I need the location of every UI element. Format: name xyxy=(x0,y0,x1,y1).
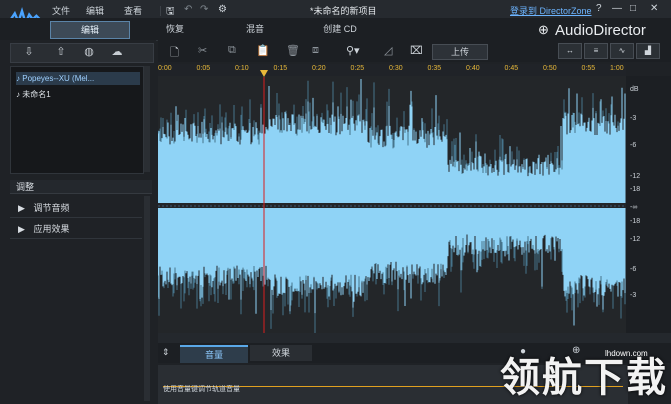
redo-icon[interactable]: ↷ xyxy=(200,4,208,15)
silence-icon[interactable]: ◿ xyxy=(384,44,392,57)
menu-file[interactable]: 文件 xyxy=(52,4,70,17)
db-label: dB xyxy=(630,86,639,93)
library-scrollbar[interactable] xyxy=(144,66,150,172)
adjust-audio-label: 调节音频 xyxy=(33,203,70,213)
expand-arrow-icon: ▶ xyxy=(18,224,25,234)
title-separator xyxy=(160,6,161,16)
login-directorzone-link[interactable]: 登录到 DirectorZone xyxy=(510,4,592,17)
marker-dropdown-icon[interactable]: ⚲▾ xyxy=(346,44,360,57)
upload-circle-icon: ⊕ xyxy=(538,22,549,37)
globe-icon[interactable]: ◍ xyxy=(80,45,98,59)
tab-create-cd[interactable]: 创建 CD xyxy=(310,21,370,37)
import-icon[interactable]: ⇩ xyxy=(20,45,38,59)
collapse-toggle-icon[interactable]: ⇕ xyxy=(162,347,170,358)
help-button[interactable]: ? xyxy=(596,3,602,14)
settings-gear-icon[interactable]: ⚙ xyxy=(218,4,227,15)
expand-arrow-icon: ▶ xyxy=(18,203,25,213)
playhead[interactable] xyxy=(158,64,626,334)
minimize-button[interactable]: — xyxy=(612,3,622,14)
tab-effects[interactable]: 效果 xyxy=(250,345,312,361)
maximize-button[interactable]: □ xyxy=(630,3,636,14)
db-label: -3 xyxy=(630,115,637,122)
file-name: Popeyes--XU (Mel... xyxy=(22,74,95,83)
document-title: *未命名的新项目 xyxy=(310,6,377,16)
new-file-icon[interactable]: 🗋 xyxy=(170,44,179,63)
playhead-handle xyxy=(260,70,268,77)
music-note-icon: ♪ xyxy=(16,74,20,83)
fit-view-icon[interactable]: ↔ xyxy=(558,43,582,59)
menu-edit[interactable]: 编辑 xyxy=(86,4,104,17)
list-item[interactable]: ♪ 未命名1 xyxy=(16,88,51,101)
export-icon[interactable]: ⇧ xyxy=(52,45,70,59)
scissors-tool-icon[interactable]: ⌧ xyxy=(410,44,423,57)
db-label: -6 xyxy=(630,142,637,149)
brand-name: AudioDirector xyxy=(555,22,646,39)
adjust-header: 调整 xyxy=(10,180,152,194)
multi-track-icon[interactable]: ≡ xyxy=(584,43,608,59)
tab-volume[interactable]: 音量 xyxy=(180,345,248,363)
close-button[interactable]: ✕ xyxy=(650,3,658,14)
db-label: -18 xyxy=(630,186,641,193)
watermark-url: lhdown.com xyxy=(605,349,648,358)
tab-restore[interactable]: 恢复 xyxy=(150,21,200,37)
trim-icon[interactable]: ⧈ xyxy=(312,44,319,57)
db-label: -∞ xyxy=(630,204,638,211)
spectrum-view-icon[interactable]: ▟ xyxy=(636,43,660,59)
tab-mix[interactable]: 混音 xyxy=(230,21,280,37)
upload-button[interactable]: 上传 xyxy=(432,44,488,60)
delete-icon[interactable]: 🗑 xyxy=(286,44,300,57)
paste-icon[interactable]: 📋 xyxy=(256,44,270,57)
db-label: -18 xyxy=(630,218,641,225)
adjust-audio-row[interactable]: ▶ 调节音频 xyxy=(10,199,142,218)
apply-effects-label: 应用效果 xyxy=(33,224,70,234)
copy-icon[interactable]: ⧉ xyxy=(228,44,236,57)
cut-icon[interactable]: ✂ xyxy=(198,44,207,57)
apply-effects-row[interactable]: ▶ 应用效果 xyxy=(10,220,142,239)
db-label: -12 xyxy=(630,173,641,180)
db-label: -6 xyxy=(630,266,637,273)
menu-view[interactable]: 查看 xyxy=(124,4,142,17)
tab-edit[interactable]: 编辑 xyxy=(50,21,130,39)
adjust-scrollbar[interactable] xyxy=(144,196,150,401)
cloud-icon[interactable]: ☁ xyxy=(108,45,126,59)
waveform-view-icon[interactable]: ∿ xyxy=(610,43,634,59)
list-item[interactable]: ♪ Popeyes--XU (Mel... xyxy=(16,72,140,85)
db-label: -12 xyxy=(630,236,641,243)
timeline-scrollbar[interactable] xyxy=(158,333,671,343)
db-label: -3 xyxy=(630,292,637,299)
undo-icon[interactable]: ↶ xyxy=(184,4,192,15)
music-note-icon: ♪ xyxy=(16,90,20,99)
volume-caption: 使用音量键调节轨道音量 xyxy=(163,386,240,393)
file-name: 未命名1 xyxy=(22,90,51,99)
